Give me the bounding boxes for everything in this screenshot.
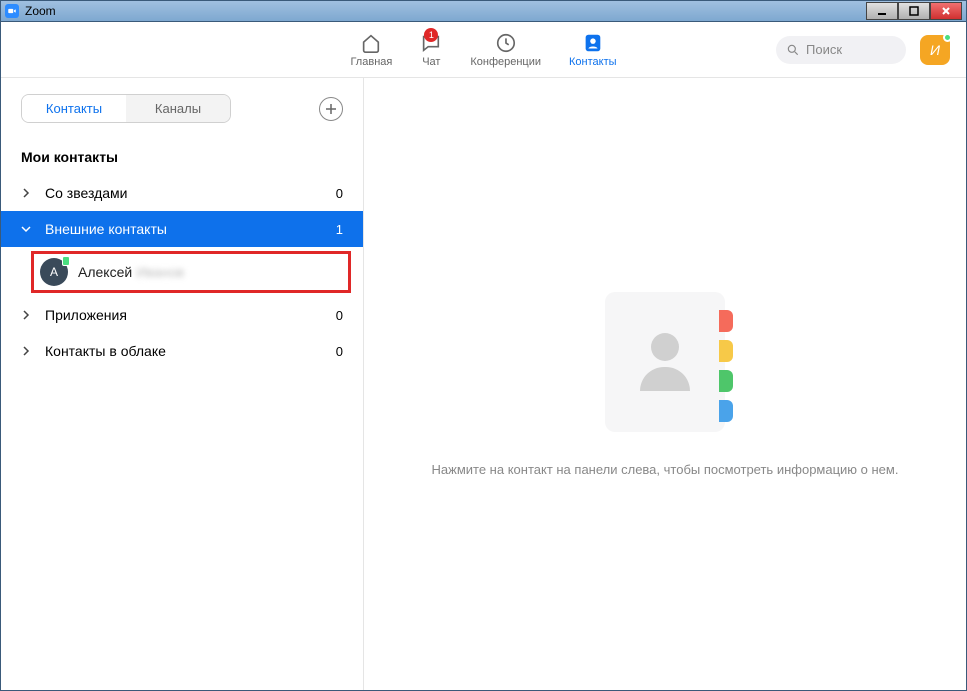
person-icon (651, 333, 679, 361)
user-avatar[interactable]: И (920, 35, 950, 65)
chevron-right-icon (21, 310, 35, 320)
group-cloud[interactable]: Контакты в облаке 0 (1, 333, 363, 369)
group-apps[interactable]: Приложения 0 (1, 297, 363, 333)
empty-illustration (605, 292, 725, 432)
nav-label: Чат (422, 56, 440, 68)
status-indicator (62, 256, 70, 266)
group-external[interactable]: Внешние контакты 1 (1, 211, 363, 247)
group-starred[interactable]: Со звездами 0 (1, 175, 363, 211)
app-icon (5, 4, 19, 18)
empty-state-text: Нажмите на контакт на панели слева, чтоб… (432, 462, 899, 477)
nav-tab-chat[interactable]: 1 Чат (420, 32, 442, 68)
nav-label: Контакты (569, 56, 617, 68)
window-title: Zoom (25, 4, 56, 18)
chevron-down-icon (21, 224, 35, 234)
add-contact-button[interactable] (319, 97, 343, 121)
contact-item[interactable]: А Алексей Иванов (31, 251, 351, 293)
clock-icon (495, 32, 517, 54)
window-titlebar: Zoom (0, 0, 967, 22)
chevron-right-icon (21, 188, 35, 198)
nav-tab-meetings[interactable]: Конференции (470, 32, 541, 68)
subtab-channels[interactable]: Каналы (126, 95, 230, 122)
chat-badge: 1 (424, 28, 438, 42)
contacts-sidebar: Контакты Каналы Мои контакты Со звездами… (1, 78, 364, 690)
contacts-icon (582, 32, 604, 54)
nav-tab-contacts[interactable]: Контакты (569, 32, 617, 68)
nav-label: Конференции (470, 56, 541, 68)
group-label: Со звездами (45, 185, 336, 201)
search-icon (786, 43, 800, 57)
top-navigation: Главная 1 Чат Конференции Контакты Поиск (1, 22, 966, 78)
window-close-button[interactable] (930, 2, 962, 20)
search-input[interactable]: Поиск (776, 36, 906, 64)
window-minimize-button[interactable] (866, 2, 898, 20)
section-title: Мои контакты (1, 135, 363, 175)
plus-icon (325, 103, 337, 115)
group-count: 1 (336, 222, 343, 237)
contact-avatar: А (40, 258, 68, 286)
search-placeholder: Поиск (806, 42, 842, 57)
group-label: Внешние контакты (45, 221, 336, 237)
content-pane: Нажмите на контакт на панели слева, чтоб… (364, 78, 966, 690)
window-maximize-button[interactable] (898, 2, 930, 20)
contact-initial: А (50, 265, 58, 279)
nav-tab-home[interactable]: Главная (350, 32, 392, 68)
nav-label: Главная (350, 56, 392, 68)
group-count: 0 (336, 308, 343, 323)
group-label: Контакты в облаке (45, 343, 336, 359)
group-count: 0 (336, 186, 343, 201)
status-indicator (943, 33, 952, 42)
chevron-right-icon (21, 346, 35, 356)
avatar-initial: И (930, 42, 940, 58)
home-icon (360, 32, 382, 54)
group-label: Приложения (45, 307, 336, 323)
group-count: 0 (336, 344, 343, 359)
subtabs: Контакты Каналы (21, 94, 231, 123)
subtab-contacts[interactable]: Контакты (22, 95, 126, 122)
contact-name: Алексей Иванов (78, 264, 184, 280)
